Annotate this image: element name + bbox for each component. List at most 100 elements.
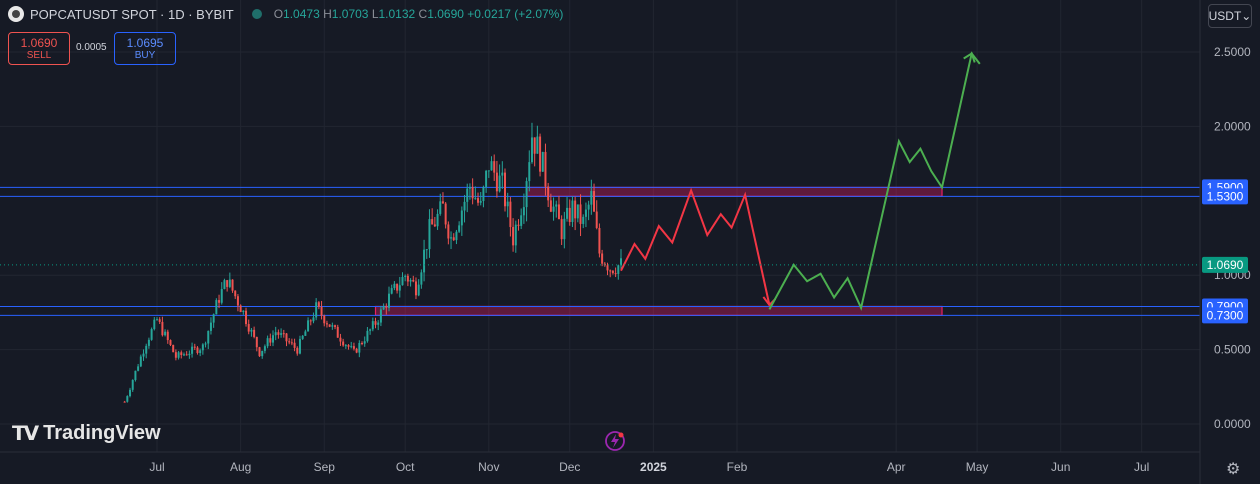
price-labels: 1.59001.53001.06900.79000.7300 (1202, 179, 1248, 324)
candle-body (609, 270, 612, 272)
buy-label: BUY (134, 50, 156, 61)
candle-body (576, 204, 579, 219)
candle-body (587, 204, 590, 210)
y-tick-label: 0.0000 (1214, 417, 1251, 431)
candle-body (137, 366, 140, 371)
candle-body (401, 276, 404, 286)
candle-body (236, 296, 239, 306)
candle-body (309, 320, 312, 322)
candle-body (282, 333, 285, 335)
candle-body (123, 401, 126, 403)
candle-body (495, 172, 498, 192)
candle-body (277, 332, 280, 335)
x-tick-label: Jun (1051, 460, 1070, 474)
projection-path-up (768, 51, 981, 312)
time-axis: Jul Aug Sep Oct Nov Dec 2025 Feb Apr May Jun Jul (0, 451, 1200, 474)
low-label: L (371, 7, 379, 21)
candle-body (563, 218, 566, 240)
candle-body (566, 207, 569, 219)
candle-body (366, 330, 369, 342)
buy-button[interactable]: 1.0695 BUY (114, 32, 176, 65)
candle-body (498, 175, 501, 192)
candle-body (164, 331, 167, 336)
candle-body (393, 283, 396, 289)
candle-body (522, 207, 525, 216)
currency-dropdown[interactable]: USDT⌄ (1208, 4, 1252, 28)
candle-body (439, 201, 442, 214)
candle-body (293, 342, 296, 348)
candle-body (396, 283, 399, 291)
candle-body (325, 323, 328, 325)
candle-body (441, 201, 444, 204)
candle-body (571, 200, 574, 223)
candle-body (182, 354, 185, 356)
chart-grid (0, 0, 1200, 452)
replay-icon[interactable] (605, 431, 625, 451)
candle-body (231, 279, 234, 291)
price-label-text: 1.0690 (1207, 258, 1244, 272)
candle-body (539, 136, 542, 172)
candle-body (385, 306, 388, 308)
candle-body (285, 333, 288, 342)
candle-body (614, 273, 617, 275)
candle-body (412, 279, 415, 282)
candle-body (601, 253, 604, 264)
candle-body (409, 279, 412, 282)
tradingview-logo[interactable]: 𝗧𝗩 TradingView (12, 421, 161, 446)
candle-body (342, 341, 345, 346)
candle-body (517, 224, 520, 226)
candle-body (544, 151, 547, 187)
candle-body (420, 272, 423, 285)
sell-button[interactable]: 1.0690 SELL (8, 32, 70, 65)
spread-value: 0.0005 (76, 42, 107, 53)
symbol-title[interactable]: POPCATUSDT SPOT · 1D · BYBIT (30, 7, 234, 22)
candle-body (590, 191, 593, 205)
candle-body (509, 201, 512, 228)
candle-body (501, 172, 504, 176)
candle-body (479, 200, 482, 203)
candle-body (212, 314, 215, 323)
candle-body (290, 342, 293, 344)
y-tick-label: 2.0000 (1214, 119, 1251, 133)
candle-body (406, 275, 409, 282)
sr-zone (374, 305, 943, 316)
y-tick-label: 2.5000 (1214, 45, 1251, 59)
candle-body (379, 309, 382, 323)
close-label: C (418, 7, 428, 21)
candle-body (172, 344, 175, 353)
buy-price: 1.0695 (126, 36, 164, 50)
candle-body (142, 353, 145, 357)
candle-body (398, 285, 401, 291)
popcat-logo-icon (8, 6, 24, 22)
candle-body (234, 290, 237, 297)
candle-body (423, 249, 426, 273)
candle-body (541, 151, 544, 172)
candle-body (455, 231, 458, 241)
candle-body (595, 211, 598, 228)
candle-body (177, 352, 180, 358)
candle-body (274, 332, 277, 336)
price-chart[interactable]: 0.00000.50001.00002.00002.5000 Jul Aug Sep… (0, 0, 1260, 484)
candle-body (344, 345, 347, 347)
candle-body (272, 335, 274, 343)
candle-body (188, 353, 191, 356)
open-value: 1.0473 (283, 7, 320, 21)
candle-body (555, 204, 558, 207)
candle-body (582, 216, 585, 224)
candle-body (169, 340, 172, 345)
candle-body (331, 325, 334, 327)
candle-body (193, 346, 196, 348)
candlestick-series (123, 122, 622, 403)
candle-body (428, 219, 431, 250)
candle-body (239, 305, 242, 313)
high-label: H (323, 7, 332, 21)
candle-body (490, 161, 493, 171)
candle-body (352, 346, 355, 349)
candle-body (361, 343, 364, 345)
candle-body (371, 321, 374, 330)
candle-body (298, 338, 301, 354)
candle-body (528, 162, 531, 182)
candle-body (191, 346, 194, 354)
candle-body (425, 249, 428, 251)
settings-gear-icon[interactable]: ⚙ (1226, 459, 1240, 479)
